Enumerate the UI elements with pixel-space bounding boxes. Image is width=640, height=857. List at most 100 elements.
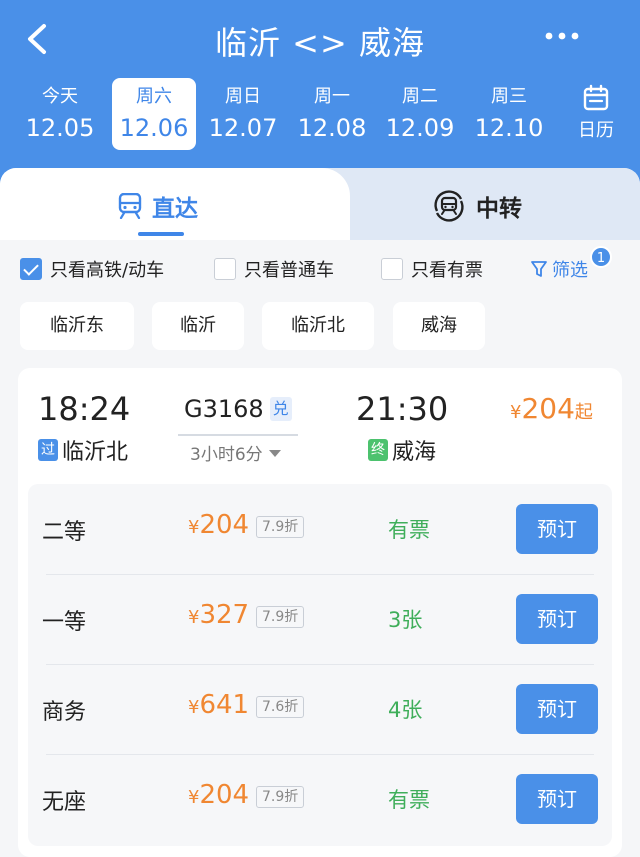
seat-list: 二等 ¥ 204 7.9折 有票 预订 一等 ¥ 327 7.9折 3张 预订	[28, 484, 612, 846]
seat-price: ¥ 204	[188, 780, 249, 810]
checkbox-label: 只看高铁/动车	[50, 260, 165, 281]
transfer-train-icon	[434, 190, 464, 222]
book-button[interactable]: 预订	[516, 504, 598, 554]
date-weekday: 今天	[42, 86, 78, 107]
train-number-text: G3168	[184, 395, 264, 423]
date-tab[interactable]: 周二 12.09	[378, 78, 462, 150]
date-weekday: 周日	[225, 86, 261, 107]
filter-count-badge: 1	[590, 246, 612, 268]
tab-direct[interactable]: 直达	[118, 188, 198, 224]
seat-class: 一等	[42, 610, 87, 635]
high-speed-only-checkbox[interactable]: 只看高铁/动车	[20, 256, 164, 282]
date-tab[interactable]: 周日 12.07	[201, 78, 285, 150]
tab-transfer[interactable]: 中转	[432, 188, 522, 224]
departure-station: 过 临沂北	[38, 434, 128, 466]
checkbox-label: 只看有票	[411, 260, 483, 281]
regular-only-checkbox[interactable]: 只看普通车	[214, 256, 334, 282]
duration-line	[178, 434, 298, 436]
departure-time: 18:24	[38, 390, 131, 428]
date-tab[interactable]: 周三 12.10	[467, 78, 551, 150]
available-only-checkbox[interactable]: 只看有票	[381, 256, 483, 282]
seat-price: ¥ 641	[188, 690, 249, 720]
calendar-icon	[583, 84, 609, 111]
availability: 有票	[388, 788, 430, 812]
book-button[interactable]: 预订	[516, 684, 598, 734]
station-chips: 临沂东 临沂 临沂北 威海	[0, 300, 640, 360]
currency-symbol: ¥	[188, 607, 200, 628]
station-chip[interactable]: 临沂东	[20, 302, 134, 350]
seat-class: 二等	[42, 520, 87, 545]
station-chip[interactable]: 临沂	[152, 302, 244, 350]
book-button[interactable]: 预订	[516, 774, 598, 824]
date-tab-today[interactable]: 今天 12.05	[18, 78, 102, 150]
book-button[interactable]: 预订	[516, 594, 598, 644]
terminal-tag: 终	[368, 439, 388, 461]
seat-price-value: 204	[199, 510, 250, 540]
seat-row-first-class: 一等 ¥ 327 7.9折 3张 预订	[28, 574, 612, 664]
checkbox-label: 只看普通车	[244, 260, 334, 281]
seat-price: ¥ 204	[188, 510, 249, 540]
min-price: ¥ 204 起	[510, 392, 593, 425]
results-panel: 直达 中转 只看高铁/动车 只看普通车 只看有票 筛选 1 临沂东 临沂 临沂北…	[0, 168, 640, 857]
arrival-time: 21:30	[356, 390, 449, 428]
date-value: 12.08	[297, 114, 367, 142]
date-tab[interactable]: 周一 12.08	[290, 78, 374, 150]
more-options-icon[interactable]	[544, 26, 580, 46]
tab-transfer-label: 中转	[476, 196, 522, 222]
date-value: 12.07	[208, 114, 278, 142]
filter-bar: 只看高铁/动车 只看普通车 只看有票 筛选	[0, 240, 640, 300]
calendar-label: 日历	[578, 120, 614, 141]
date-weekday: 周一	[314, 86, 350, 107]
availability: 4张	[388, 698, 423, 722]
checkbox-unchecked-icon	[214, 258, 236, 280]
filter-button[interactable]: 筛选	[530, 256, 588, 282]
min-price-value: 204	[521, 392, 575, 425]
filter-label: 筛选	[552, 260, 588, 281]
tab-direct-label: 直达	[152, 196, 198, 222]
train-card[interactable]: 18:24 G3168 兑 21:30 ¥ 204 起 过 临沂北 3小时6分 …	[18, 368, 622, 857]
station-chip[interactable]: 临沂北	[262, 302, 374, 350]
caret-down-icon	[268, 449, 281, 457]
seat-price-value: 641	[199, 690, 250, 720]
date-value: 12.05	[25, 114, 95, 142]
duration-text: 3小时6分	[190, 445, 263, 465]
seat-price-value: 327	[199, 600, 250, 630]
min-price-suffix: 起	[574, 402, 593, 423]
checkbox-checked-icon	[20, 258, 42, 280]
arrival-station: 终 威海	[368, 434, 436, 466]
date-tab-selected[interactable]: 周六 12.06	[112, 78, 196, 150]
date-value: 12.06	[119, 114, 189, 142]
discount-badge: 7.6折	[256, 696, 305, 718]
train-icon	[118, 193, 142, 219]
currency-symbol: ¥	[510, 402, 522, 423]
funnel-icon	[531, 261, 547, 277]
tab-active-indicator	[138, 232, 184, 236]
seat-row-second-class: 二等 ¥ 204 7.9折 有票 预订	[28, 484, 612, 574]
departure-station-name: 临沂北	[62, 440, 129, 465]
seat-price: ¥ 327	[188, 600, 249, 630]
date-value: 12.09	[385, 114, 455, 142]
availability: 有票	[388, 518, 430, 542]
date-selector: 今天 12.05 周六 12.06 周日 12.07 周一 12.08 周二 1…	[18, 78, 558, 150]
date-value: 12.10	[474, 114, 544, 142]
duration-toggle[interactable]: 3小时6分	[190, 440, 282, 465]
date-weekday: 周二	[402, 86, 438, 107]
seat-class: 商务	[42, 700, 87, 725]
currency-symbol: ¥	[188, 787, 200, 808]
calendar-button[interactable]: 日历	[572, 84, 620, 144]
arrival-station-name: 威海	[392, 440, 437, 465]
discount-badge: 7.9折	[256, 786, 305, 808]
currency-symbol: ¥	[188, 697, 200, 718]
seat-class: 无座	[42, 790, 87, 815]
date-weekday: 周六	[136, 86, 172, 107]
station-chip[interactable]: 威海	[393, 302, 485, 350]
seat-row-no-seat: 无座 ¥ 204 7.9折 有票 预订	[28, 754, 612, 844]
currency-symbol: ¥	[188, 517, 200, 538]
seat-price-value: 204	[199, 780, 250, 810]
pass-through-tag: 过	[38, 439, 58, 461]
redeem-badge: 兑	[269, 397, 292, 421]
date-weekday: 周三	[491, 86, 527, 107]
discount-badge: 7.9折	[256, 516, 305, 538]
seat-row-business: 商务 ¥ 641 7.6折 4张 预订	[28, 664, 612, 754]
availability: 3张	[388, 608, 423, 632]
